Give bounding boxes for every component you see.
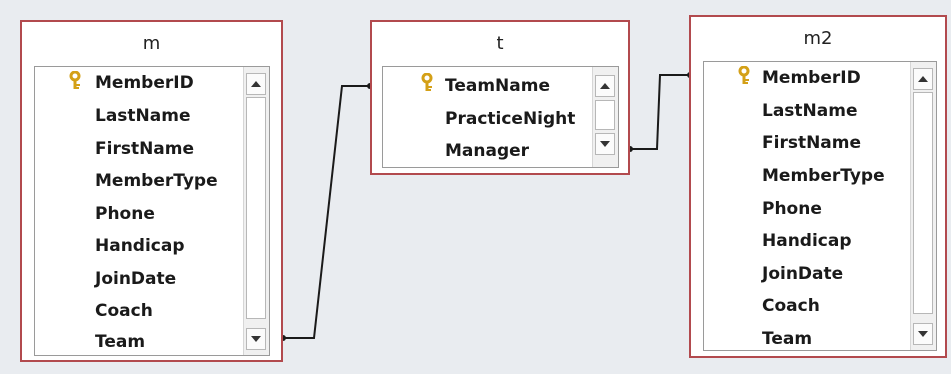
scroll-thumb[interactable] [595, 100, 615, 130]
field-item[interactable]: MemberType [95, 165, 218, 197]
key-icon [421, 73, 433, 91]
field-item[interactable]: Coach [762, 290, 820, 322]
table-m[interactable]: m MemberID LastName FirstName MemberType… [20, 20, 283, 362]
field-item[interactable]: PracticeNight [445, 103, 575, 135]
table-title[interactable]: t [372, 22, 628, 62]
scroll-down-button[interactable] [913, 323, 933, 345]
triangle-down-icon [918, 331, 928, 337]
relationship-line-t-m2[interactable] [630, 74, 690, 150]
field-item[interactable]: Handicap [762, 225, 852, 257]
scroll-up-button[interactable] [246, 73, 266, 95]
relationship-line-m-t[interactable] [283, 85, 370, 339]
field-item[interactable]: Team [95, 326, 145, 355]
field-item[interactable]: Team [762, 323, 812, 350]
scroll-down-button[interactable] [595, 133, 615, 155]
scroll-thumb[interactable] [913, 92, 933, 314]
table-title[interactable]: m2 [691, 17, 945, 57]
field-item[interactable]: Coach [95, 295, 153, 327]
field-item[interactable]: TeamName [445, 70, 550, 102]
field-item[interactable]: MemberType [762, 160, 885, 192]
vertical-scrollbar[interactable] [592, 67, 618, 167]
table-t[interactable]: t TeamName PracticeNight Manager [370, 20, 630, 175]
field-item[interactable]: LastName [95, 100, 191, 132]
field-item[interactable]: MemberID [95, 67, 194, 99]
triangle-down-icon [251, 336, 261, 342]
table-title[interactable]: m [22, 22, 281, 62]
triangle-down-icon [600, 141, 610, 147]
key-icon [738, 66, 750, 84]
field-item[interactable]: Handicap [95, 230, 185, 262]
field-item[interactable]: FirstName [95, 133, 194, 165]
field-list[interactable]: MemberID LastName FirstName MemberType P… [34, 66, 270, 356]
scroll-thumb[interactable] [246, 97, 266, 319]
field-item[interactable]: LastName [762, 95, 858, 127]
field-item[interactable]: FirstName [762, 127, 861, 159]
field-list[interactable]: MemberID LastName FirstName MemberType P… [703, 61, 937, 351]
field-item[interactable]: JoinDate [762, 258, 843, 290]
scroll-up-button[interactable] [595, 75, 615, 97]
relationships-canvas: m MemberID LastName FirstName MemberType… [0, 0, 951, 374]
triangle-up-icon [918, 76, 928, 82]
triangle-up-icon [251, 81, 261, 87]
field-item[interactable]: MemberID [762, 62, 861, 94]
scroll-up-button[interactable] [913, 68, 933, 90]
vertical-scrollbar[interactable] [243, 67, 269, 355]
field-item[interactable]: JoinDate [95, 263, 176, 295]
scroll-down-button[interactable] [246, 328, 266, 350]
field-item[interactable]: Manager [445, 135, 529, 167]
field-item[interactable]: Phone [762, 193, 822, 225]
vertical-scrollbar[interactable] [910, 62, 936, 350]
field-list[interactable]: TeamName PracticeNight Manager [382, 66, 619, 168]
triangle-up-icon [600, 83, 610, 89]
field-item[interactable]: Phone [95, 198, 155, 230]
table-m2[interactable]: m2 MemberID LastName FirstName MemberTyp… [689, 15, 947, 358]
key-icon [69, 71, 81, 89]
